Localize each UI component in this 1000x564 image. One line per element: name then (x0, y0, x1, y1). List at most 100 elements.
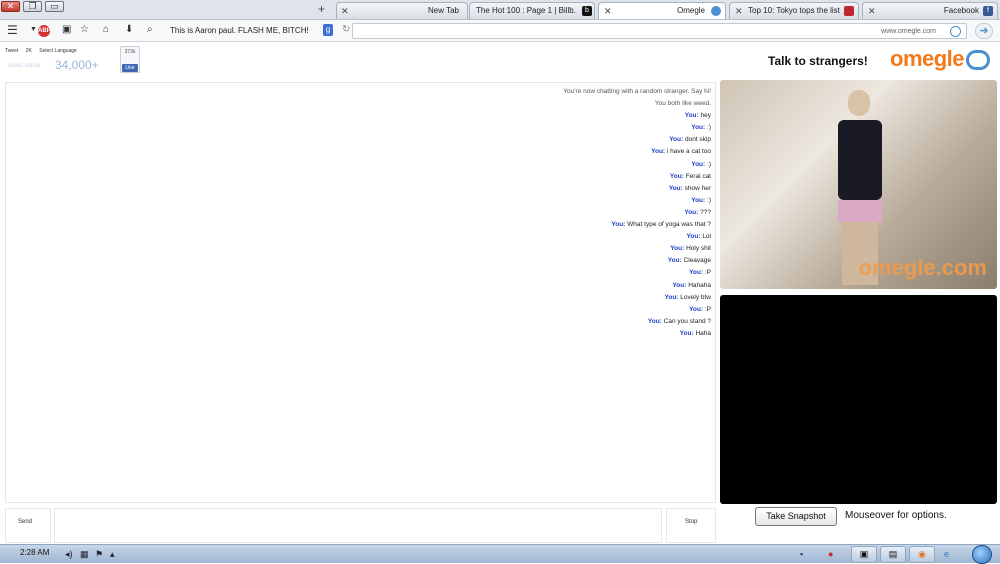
home-icon[interactable]: ⌂ (103, 24, 109, 36)
chat-message: You: :) (111, 122, 711, 134)
chat-sender-label: You: (691, 196, 706, 204)
chat-sender-label: You: (691, 124, 706, 132)
taskbar: 2:28 AM ◂) ▦ ⚑ ▴ ▪ ● ▣ ▤ ◉ e (0, 544, 1000, 564)
new-tab-button[interactable]: + (318, 3, 325, 16)
chat-sender-label: You: (667, 257, 682, 265)
tagline: Talk to strangers! (768, 54, 868, 68)
chat-message-text: Holy shit (686, 245, 711, 253)
tab-billboard[interactable]: The Hot 100 : Page 1 | Billb... b (469, 2, 595, 19)
chat-message: You: :P (111, 304, 711, 316)
stop-label: Stop (685, 519, 698, 525)
search-icon[interactable]: ⌕ (147, 24, 153, 36)
volume-icon[interactable]: ◂) (65, 548, 73, 560)
clipboard-icon[interactable]: ▣ (62, 24, 71, 36)
chat-message: You: Hahaha (111, 280, 711, 292)
taskbar-button-app[interactable]: ▣ (851, 546, 877, 563)
chat-sender-label: You: (686, 233, 701, 241)
tab-label: The Hot 100 : Page 1 | Billb... (476, 6, 576, 15)
dropdown-arrow-icon[interactable]: ▼ (30, 24, 37, 36)
tab-label: New Tab (428, 6, 459, 15)
download-icon[interactable]: ⬇ (125, 24, 133, 36)
chat-message-text: Lovely btw (680, 293, 711, 301)
network-icon[interactable]: ▦ (80, 548, 89, 560)
send-button[interactable]: Send (5, 508, 51, 543)
chat-log-box[interactable]: You're now chatting with a random strang… (5, 82, 716, 503)
opera-icon[interactable]: ● (828, 548, 833, 560)
tab-new-tab[interactable]: ✕ New Tab (336, 2, 468, 19)
star-bookmark-icon[interactable]: ☆ (80, 24, 89, 36)
message-input[interactable] (54, 508, 662, 543)
tab-omegle[interactable]: ✕ Omegle (598, 2, 726, 19)
start-button[interactable] (972, 545, 992, 564)
chat-message: You: What type of yoga was that ? (111, 219, 711, 231)
tab-label: Facebook (943, 6, 979, 15)
facebook-favicon-icon: f (983, 6, 993, 16)
adblock-icon[interactable]: ABP (38, 25, 51, 37)
chat-message: You: ??? (111, 207, 711, 219)
chat-message-text: show her (684, 184, 711, 192)
chat-sender-label: You: (672, 281, 687, 289)
site-identity-icon[interactable] (950, 26, 961, 37)
self-video[interactable] (720, 295, 997, 504)
taskbar-button-firefox[interactable]: ◉ (909, 546, 935, 563)
window-minimize-button[interactable]: ▭ (45, 1, 64, 12)
url-text: www.omegle.com (881, 28, 936, 35)
chat-message: You: :) (111, 195, 711, 207)
news-favicon-icon (844, 6, 854, 16)
reload-icon[interactable]: ↻ (342, 24, 350, 36)
flag-icon[interactable]: ⚑ (95, 548, 103, 560)
video-watermark: omegle.com (858, 255, 987, 280)
chat-sender-label: You: (684, 112, 699, 120)
ie-icon[interactable]: e (944, 548, 949, 560)
search-engine-icon[interactable]: g (323, 24, 333, 36)
taskbar-clock[interactable]: 2:28 AM (20, 548, 49, 557)
facebook-like-box[interactable]: 373k Like (120, 46, 140, 73)
chat-sender-label: You: (669, 172, 684, 180)
tweet-button[interactable]: Tweet (5, 48, 18, 54)
chat-message-text: dont skip (684, 136, 711, 144)
tab-label: Top 10: Tokyo tops the list ... (748, 6, 840, 15)
show-hidden-icons-icon[interactable]: ▴ (110, 548, 115, 560)
stranger-video[interactable]: omegle.com (720, 80, 997, 289)
take-snapshot-button[interactable]: Take Snapshot (755, 507, 837, 526)
figure-head (848, 90, 870, 116)
omegle-favicon-icon (711, 6, 721, 16)
chat-message-text: :) (707, 124, 711, 132)
address-bar[interactable]: www.omegle.com (352, 23, 967, 39)
chat-sender-label: You: (679, 329, 694, 337)
stop-button[interactable]: Stop (666, 508, 716, 543)
tab-close-icon[interactable]: ✕ (735, 3, 743, 19)
window-maximize-button[interactable]: ❐ (23, 1, 42, 12)
chat-message: You: dont skip (111, 134, 711, 146)
chat-message-text: Can you stand ? (663, 317, 711, 325)
send-label: Send (18, 519, 33, 525)
chat-message-text: hey (700, 112, 711, 120)
menu-icon[interactable]: ☰ (7, 24, 18, 36)
select-language-dropdown[interactable]: Select Language (39, 48, 77, 54)
search-input[interactable]: This is Aaron paul. FLASH ME, BITCH! (170, 23, 320, 38)
online-count: 34,000+ (55, 58, 99, 72)
chat-sender-label: You: (670, 245, 685, 253)
word-icon[interactable]: ▪ (800, 548, 803, 560)
tab-close-icon[interactable]: ✕ (341, 3, 349, 19)
chat-message-text: Feral cat (685, 172, 711, 180)
tab-top-10-tokyo[interactable]: ✕ Top 10: Tokyo tops the list ... (729, 2, 859, 19)
chat-message-text: Haha (695, 329, 711, 337)
taskbar-button-explorer[interactable]: ▤ (880, 546, 906, 563)
tab-close-icon[interactable]: ✕ (604, 3, 612, 19)
chat-message-text: Hahaha (688, 281, 711, 289)
omegle-logo-bubble-icon (966, 50, 990, 70)
chat-sender-label: You: (691, 160, 706, 168)
window-close-button[interactable]: ✕ (1, 1, 20, 12)
tab-close-icon[interactable]: ✕ (868, 3, 876, 19)
back-button[interactable]: ➜ (975, 23, 993, 39)
figure-shirt (838, 120, 882, 200)
chat-sender-label: You: (664, 293, 679, 301)
chat-message-text: Cleavage (683, 257, 711, 265)
chat-message-text: ??? (700, 208, 711, 216)
omegle-logo[interactable]: omegle (890, 46, 965, 72)
chat-message-text: :P (704, 305, 711, 313)
like-button[interactable]: Like (122, 64, 138, 72)
tab-facebook[interactable]: ✕ Facebook f (862, 2, 998, 19)
chat-message: You: Haha (111, 328, 711, 340)
